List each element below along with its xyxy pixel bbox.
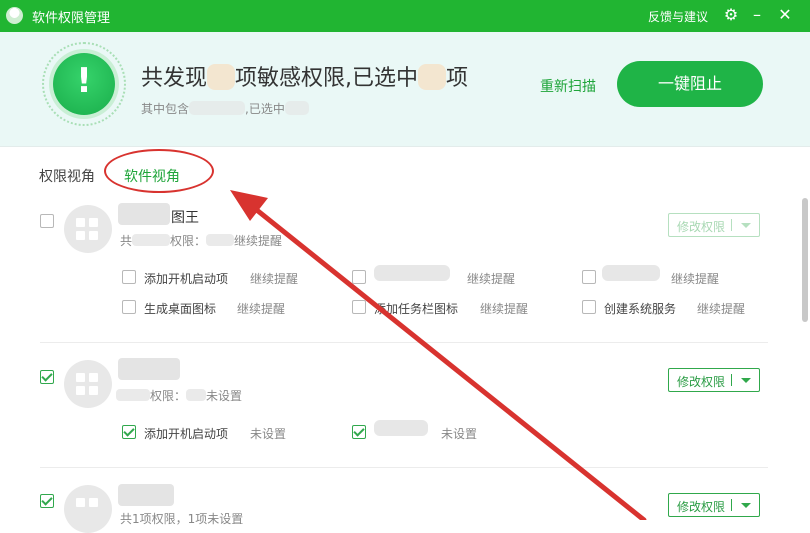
redacted-permission-label [374,265,450,281]
permission-status: 未设置 [250,427,287,441]
permission-status: 继续提醒 [237,302,286,316]
summary-prefix: 共 [120,234,133,248]
scan-subline: 其中包含 ,已选中 [141,100,309,117]
permission-status: 继续提醒 [467,272,516,286]
close-icon[interactable]: ✕ [774,4,796,26]
title-bar: 软件权限管理 反馈与建议 ⚙ – ✕ [0,0,810,32]
modify-label: 修改权限 [677,375,726,389]
permission-status: 继续提醒 [250,272,299,286]
permission-label: 创建系统服务 [604,302,677,316]
settings-gear-icon[interactable]: ⚙ [720,4,742,26]
app-checkbox[interactable] [40,494,54,508]
button-separator [731,499,732,511]
tab-permission-view[interactable]: 权限视角 [39,166,95,186]
app-name: 图王 [171,210,199,226]
app-grid-icon [64,205,112,253]
app-checkbox[interactable] [40,214,54,228]
modify-label: 修改权限 [677,500,726,514]
warning-status-icon: ! [53,53,115,115]
app-permission-summary: 共 权限： 继续提醒 [120,232,282,249]
row-divider [40,342,768,343]
annotation-ellipse [104,149,214,193]
redacted-text [186,389,207,401]
permission-checkbox[interactable] [122,270,136,284]
vertical-scrollbar[interactable] [802,198,808,322]
button-separator [731,219,732,231]
redacted-app-name [118,358,180,380]
block-all-button[interactable]: 一键阻止 [617,61,763,107]
permission-checkbox[interactable] [582,300,596,314]
app-logo-icon [6,7,23,24]
summary-suffix: 继续提醒 [234,234,283,248]
permission-status: 继续提醒 [697,302,746,316]
permission-checkbox[interactable] [352,300,366,314]
feedback-link[interactable]: 反馈与建议 [648,8,708,25]
app-checkbox[interactable] [40,370,54,384]
permission-status: 继续提醒 [480,302,529,316]
redacted-text [206,234,235,246]
row-divider [40,467,768,468]
app-grid-icon [64,485,112,533]
modify-permission-button[interactable]: 修改权限 [668,213,760,237]
chevron-down-icon[interactable] [741,503,751,508]
headline-suffix: 项 [446,66,469,91]
permission-checkbox[interactable] [122,300,136,314]
redacted-app-name [118,484,174,506]
redacted-count [207,64,236,90]
redacted-count [418,64,447,90]
headline-prefix: 共发现 [141,66,208,91]
minimize-icon[interactable]: – [746,4,768,26]
app-grid-icon [64,360,112,408]
redacted-permission-label [602,265,660,281]
modify-permission-button[interactable]: 修改权限 [668,493,760,517]
redacted-text [132,234,171,246]
permission-checkbox[interactable] [352,270,366,284]
redacted-text [116,389,150,401]
permission-checkbox[interactable] [582,270,596,284]
summary-suffix: 未设置 [206,389,243,403]
modify-label: 修改权限 [677,220,726,234]
redacted-text [189,101,246,115]
chevron-down-icon[interactable] [741,223,751,228]
app-permission-summary: 共1项权限，1项未设置 [120,512,244,526]
permission-label: 添加任务栏图标 [374,302,459,316]
app-permission-summary: 权限： 未设置 [116,387,242,404]
headline-mid: 项敏感权限,已选中 [235,66,419,91]
permission-status: 继续提醒 [671,272,720,286]
scan-headline: 共发现 项敏感权限,已选中 项 [141,60,468,92]
button-separator [731,374,732,386]
chevron-down-icon[interactable] [741,378,751,383]
permission-label: 生成桌面图标 [144,302,217,316]
permission-status: 未设置 [441,427,478,441]
permission-checkbox[interactable] [352,425,366,439]
redacted-app-name [118,203,170,225]
permission-label: 添加开机启动项 [144,427,229,441]
permission-label: 添加开机启动项 [144,272,229,286]
rescan-link[interactable]: 重新扫描 [540,76,596,96]
summary-mid: 权限： [150,389,187,403]
redacted-permission-label [374,420,428,436]
modify-permission-button[interactable]: 修改权限 [668,368,760,392]
window-title: 软件权限管理 [32,11,111,26]
subline-prefix: 其中包含 [141,102,190,116]
summary-mid: 权限： [170,234,207,248]
redacted-text [284,101,309,115]
permission-checkbox[interactable] [122,425,136,439]
subline-mid: 已选中 [248,102,285,116]
